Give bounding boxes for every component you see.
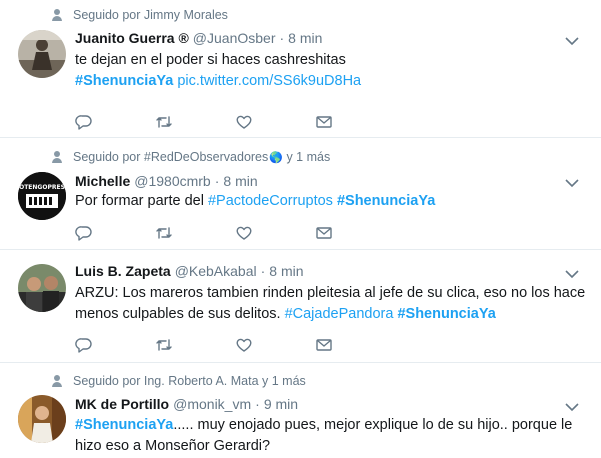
reply-icon: [75, 338, 92, 353]
timestamp[interactable]: 9 min: [264, 396, 298, 412]
person-icon: [52, 151, 62, 163]
tweet-text: te dejan en el poder si haces cashreshit…: [75, 50, 575, 92]
retweet-button[interactable]: [155, 224, 235, 242]
hashtag-link[interactable]: #CajadePandora: [285, 306, 394, 322]
avatar[interactable]: [18, 395, 66, 443]
user-handle[interactable]: @monik_vm: [173, 396, 251, 412]
display-name[interactable]: Luis B. Zapeta: [75, 263, 171, 279]
tweet-4[interactable]: Seguido por Ing. Roberto A. Mata y 1 más…: [0, 363, 601, 458]
retweet-icon: [156, 116, 172, 128]
reply-icon: [75, 226, 92, 241]
direct-message-button[interactable]: [315, 224, 395, 242]
avatar-logo-text: OTENGOPRES: [19, 184, 65, 191]
like-icon: [236, 115, 252, 129]
avatar[interactable]: OTENGOPRES: [18, 172, 66, 220]
tweet-text-segment: ..... muy enojado pues, mejor explique l…: [173, 417, 573, 433]
tweet-header: Michelle @1980cmrb · 8 min: [75, 173, 258, 189]
tweet-text-segment: Por formar parte del: [75, 193, 208, 209]
like-button[interactable]: [235, 336, 315, 354]
message-icon: [316, 227, 332, 239]
tweet-actions: [75, 336, 395, 354]
tweet-1[interactable]: Seguido por Jimmy Morales Juanito Guerra…: [0, 0, 601, 138]
avatar[interactable]: [18, 30, 66, 78]
globe-emoji: 🌎: [269, 151, 283, 164]
timestamp[interactable]: 8 min: [223, 173, 257, 189]
retweet-button[interactable]: [155, 336, 235, 354]
tweet-actions: [75, 113, 395, 131]
message-icon: [316, 339, 332, 351]
social-context-more[interactable]: y 1 más: [283, 150, 330, 164]
user-handle[interactable]: @1980cmrb: [134, 173, 210, 189]
display-name[interactable]: Juanito Guerra ®: [75, 30, 189, 46]
social-context-text[interactable]: Seguido por Ing. Roberto A. Mata y 1 más: [73, 374, 306, 388]
social-context-text[interactable]: Seguido por Jimmy Morales: [73, 8, 228, 22]
hashtag-link[interactable]: #ShenunciaYa: [337, 193, 435, 209]
tweet-text-line: te dejan en el poder si haces cashreshit…: [75, 52, 346, 68]
hashtag-link[interactable]: #ShenunciaYa: [397, 306, 495, 322]
timestamp[interactable]: 8 min: [269, 263, 303, 279]
social-context-text[interactable]: Seguido por #RedDeObservadores: [73, 150, 268, 164]
reply-button[interactable]: [75, 224, 155, 242]
separator-dot: ·: [260, 263, 266, 279]
tweet-text: Por formar parte del #PactodeCorruptos #…: [75, 191, 575, 212]
hashtag-link[interactable]: #ShenunciaYa: [75, 73, 173, 89]
person-icon: [52, 9, 62, 21]
direct-message-button[interactable]: [315, 336, 395, 354]
tweet-text: #ShenunciaYa..... muy enojado pues, mejo…: [75, 415, 590, 457]
chevron-down-icon[interactable]: [565, 36, 579, 46]
like-button[interactable]: [235, 224, 315, 242]
tweet-header: MK de Portillo @monik_vm · 9 min: [75, 396, 298, 412]
social-context: Seguido por Jimmy Morales: [52, 8, 228, 22]
avatar[interactable]: [18, 264, 66, 312]
tweet-actions: [75, 224, 395, 242]
retweet-icon: [156, 339, 172, 351]
message-icon: [316, 116, 332, 128]
media-link[interactable]: pic.twitter.com/SS6k9uD8Ha: [177, 73, 361, 89]
retweet-icon: [156, 227, 172, 239]
chevron-down-icon[interactable]: [565, 402, 579, 412]
person-icon: [52, 375, 62, 387]
display-name[interactable]: MK de Portillo: [75, 396, 169, 412]
tweet-text: ARZU: Los mareros tambien rinden pleites…: [75, 283, 590, 325]
reply-icon: [75, 115, 92, 130]
like-icon: [236, 226, 252, 240]
direct-message-button[interactable]: [315, 113, 395, 131]
timestamp[interactable]: 8 min: [288, 30, 322, 46]
tweet-header: Juanito Guerra ® @JuanOsber · 8 min: [75, 30, 322, 46]
display-name[interactable]: Michelle: [75, 173, 130, 189]
tweet-3[interactable]: Luis B. Zapeta @KebAkabal · 8 min ARZU: …: [0, 250, 601, 363]
separator-dot: ·: [214, 173, 220, 189]
social-context: Seguido por #RedDeObservadores 🌎 y 1 más: [52, 150, 330, 164]
tweet-2[interactable]: Seguido por #RedDeObservadores 🌎 y 1 más…: [0, 138, 601, 250]
retweet-button[interactable]: [155, 113, 235, 131]
chevron-down-icon[interactable]: [565, 178, 579, 188]
user-handle[interactable]: @JuanOsber: [193, 30, 276, 46]
like-button[interactable]: [235, 113, 315, 131]
like-icon: [236, 338, 252, 352]
tweet-text-line: ARZU: Los mareros tambien rinden pleites…: [75, 285, 586, 301]
separator-dot: ·: [255, 396, 260, 412]
tweet-text-line: hizo eso a Monseñor Gerardi?: [75, 438, 271, 454]
tweet-text-segment: menos culpables de sus delitos.: [75, 306, 285, 322]
social-context: Seguido por Ing. Roberto A. Mata y 1 más: [52, 374, 306, 388]
reply-button[interactable]: [75, 336, 155, 354]
chevron-down-icon[interactable]: [565, 269, 579, 279]
hashtag-link[interactable]: #PactodeCorruptos: [208, 193, 333, 209]
tweet-header: Luis B. Zapeta @KebAkabal · 8 min: [75, 263, 304, 279]
hashtag-link[interactable]: #ShenunciaYa: [75, 417, 173, 433]
separator-dot: ·: [279, 30, 285, 46]
reply-button[interactable]: [75, 113, 155, 131]
user-handle[interactable]: @KebAkabal: [175, 263, 257, 279]
